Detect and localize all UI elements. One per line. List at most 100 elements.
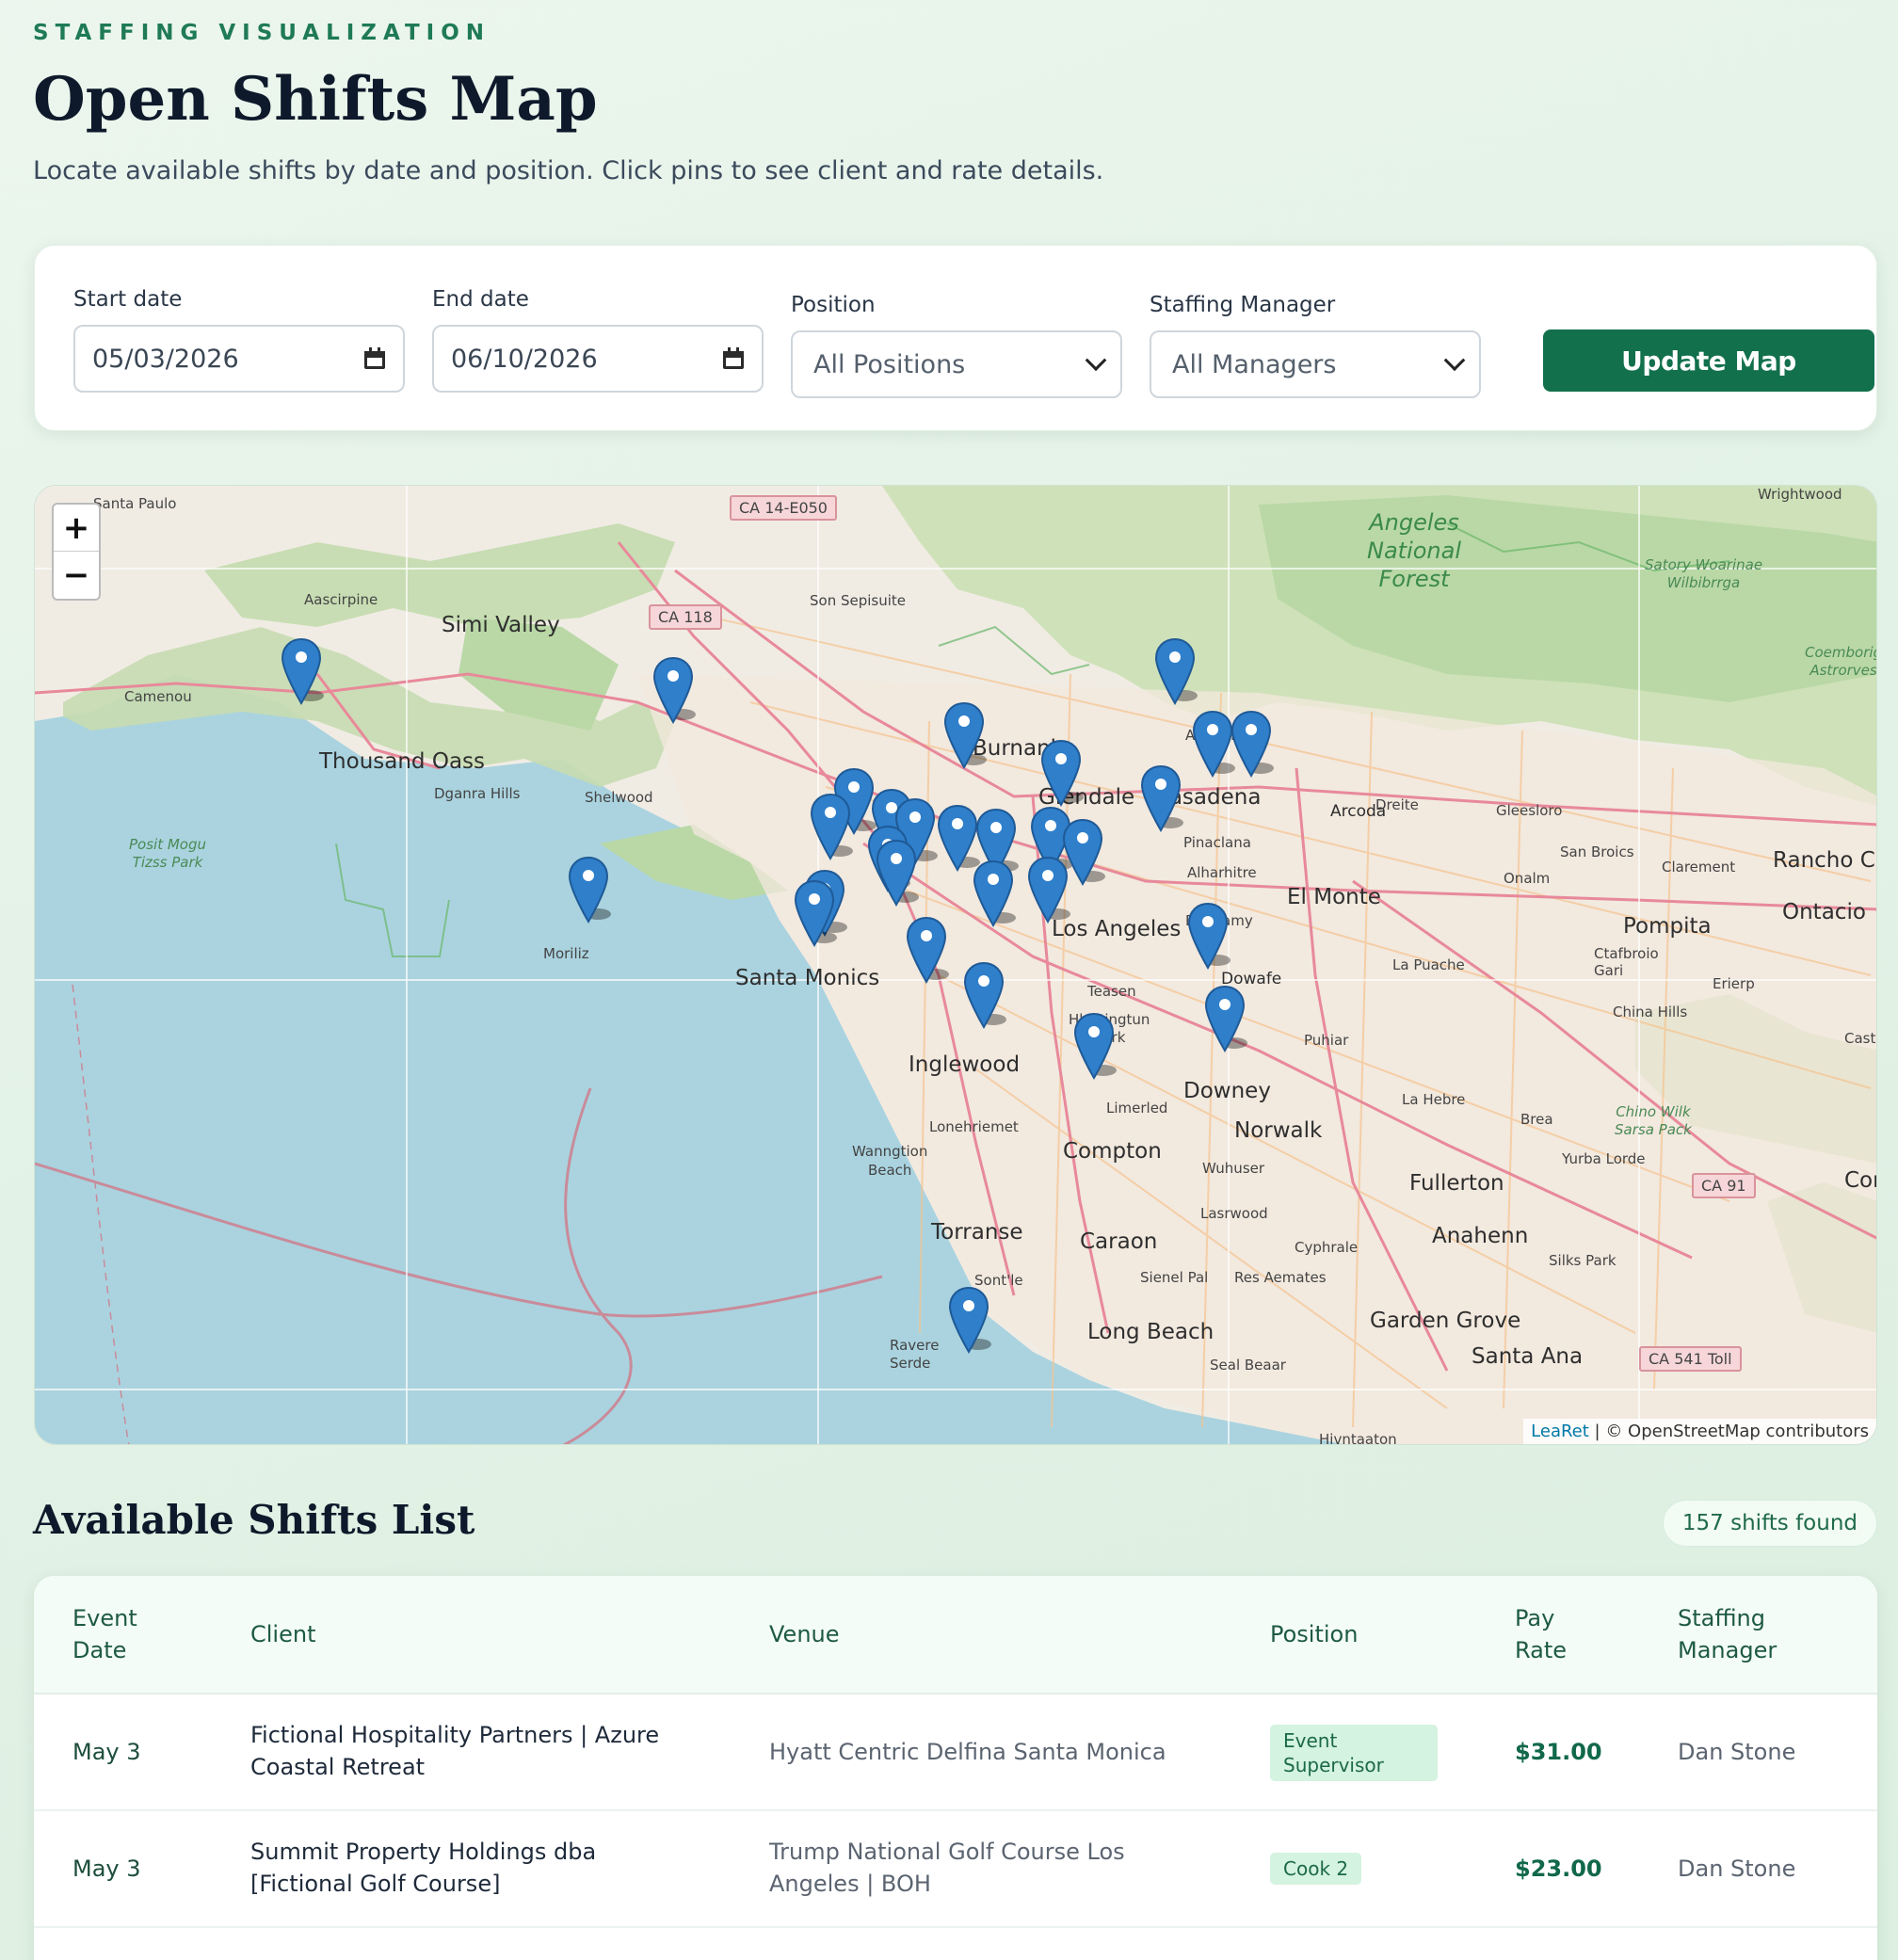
map-label-pinaclana: Pinaclana <box>1183 834 1251 851</box>
shifts-list-title: Available Shifts List <box>33 1497 475 1543</box>
map-label-anahenn: Anahenn <box>1432 1224 1529 1248</box>
map-pin-icon[interactable] <box>941 701 987 771</box>
end-date-input[interactable]: 06/10/2026 <box>432 325 764 393</box>
start-date-label: Start date <box>73 287 183 312</box>
map-label-seal-beach: Seal Beaar <box>1210 1357 1286 1374</box>
map-label-posit-mogu: Posit Mogu Tizss Park <box>129 836 206 872</box>
map-label-simi-valley: Simi Valley <box>442 613 560 637</box>
manager-select[interactable]: All Managers <box>1150 330 1481 398</box>
position-select-value: All Positions <box>813 349 966 379</box>
map-label-la-hebre: La Hebre <box>1402 1091 1466 1108</box>
map-label-alhambra: Alharhitre <box>1187 864 1257 881</box>
map-label-santa-monica: Santa Monics <box>735 966 880 990</box>
filter-panel: Start date 05/03/2026 End date 06/10/202… <box>34 245 1877 431</box>
zoom-control: + − <box>52 503 101 601</box>
map-label-ctafbroio-text: Ctafbroio Gari <box>1594 945 1659 979</box>
map-label-huntington: Hivntaaton <box>1319 1431 1397 1445</box>
manager-label: Staffing Manager <box>1150 293 1336 317</box>
map-label-wuhuser: Wuhuser <box>1202 1160 1265 1177</box>
map-pin-icon[interactable] <box>1138 764 1183 834</box>
map-pin-icon[interactable] <box>874 839 919 908</box>
map-label-ctafbroio: Ctafbroio Gari <box>1594 945 1659 979</box>
table-row[interactable]: May 3 Summit Property Holdings dba [Fict… <box>34 1811 1877 1928</box>
map-label-yurba-lorde: Yurba Lorde <box>1562 1150 1646 1167</box>
map-label-erierp: Erierp <box>1713 975 1755 992</box>
map-label-inglewood: Inglewood <box>909 1052 1021 1077</box>
shifts-table: Event Date Client Venue Position Pay Rat… <box>34 1576 1877 1960</box>
map-pin-icon[interactable] <box>946 1286 991 1356</box>
position-select[interactable]: All Positions <box>791 330 1122 398</box>
column-venue[interactable]: Venue <box>769 1618 840 1650</box>
end-date-label: End date <box>432 287 529 312</box>
map-pin-icon[interactable] <box>1025 856 1070 925</box>
eyebrow: STAFFING VISUALIZATION <box>33 21 491 45</box>
map-label-santa-paulo: Santa Paulo <box>93 495 177 512</box>
shift-count-badge: 157 shifts found <box>1662 1500 1877 1547</box>
row-venue: Hyatt Centric Delfina Santa Monica <box>769 1739 1166 1765</box>
map-label-san-broics: San Broics <box>1560 843 1634 860</box>
map-pin-icon[interactable] <box>808 793 853 862</box>
map-label-ravere-serde: Ravere Serde <box>890 1337 939 1373</box>
start-date-input[interactable]: 05/03/2026 <box>73 325 405 393</box>
column-position[interactable]: Position <box>1270 1618 1358 1650</box>
column-staffing-manager[interactable]: Staffing Manager <box>1678 1602 1777 1666</box>
map-label-silks-park: Silks Park <box>1549 1252 1617 1269</box>
row-date: May 3 <box>72 1739 141 1765</box>
map-label-satory: Satory Woarinae Wilbibrrga <box>1645 556 1762 592</box>
map-label-chino-wilk-text: Chino Wilk Sarsa Pack <box>1615 1103 1692 1138</box>
highway-shield-ca14: CA 14-E050 <box>730 495 837 521</box>
osm-attribution[interactable]: | © OpenStreetMap contributors <box>1589 1422 1869 1441</box>
table-header: Event Date Client Venue Position Pay Rat… <box>34 1576 1877 1695</box>
map-pin-icon[interactable] <box>279 637 324 707</box>
map-pin-icon[interactable] <box>1202 985 1247 1054</box>
zoom-in-button[interactable]: + <box>54 505 99 552</box>
map-label-cyphrale: Cyphrale <box>1295 1239 1359 1256</box>
map-pin-icon[interactable] <box>904 916 949 986</box>
position-field: Position All Positions <box>791 293 1122 398</box>
leaflet-link[interactable]: LeaRet <box>1531 1422 1589 1441</box>
map-label-santa-ana: Santa Ana <box>1472 1344 1584 1369</box>
map-label-chino-hills: China Hills <box>1613 1004 1688 1020</box>
map-label-cast: Cast <box>1844 1030 1876 1047</box>
map-attribution: LeaRet | © OpenStreetMap contributors <box>1523 1419 1876 1444</box>
column-pay-rate[interactable]: Pay Rate <box>1515 1602 1567 1666</box>
map-label-wanngtion: Wanngtion Beach <box>852 1142 927 1180</box>
map-label-torrance: Torranse <box>931 1220 1023 1245</box>
map-label-dganra-hills: Dganra Hills <box>434 785 521 802</box>
map-pin-icon[interactable] <box>792 879 837 949</box>
column-event-date[interactable]: Event Date <box>72 1602 137 1666</box>
column-client[interactable]: Client <box>250 1618 315 1650</box>
map-label-los-angeles: Los Angeles <box>1052 917 1182 941</box>
map-pin-icon[interactable] <box>1152 637 1198 707</box>
shifts-map[interactable]: Santa Paulo Wrightwood Angeles National … <box>34 485 1877 1445</box>
map-pin-icon[interactable] <box>566 856 611 925</box>
zoom-out-button[interactable]: − <box>54 552 99 599</box>
map-label-angeles-forest: Angeles National Forest <box>1367 508 1461 593</box>
table-row[interactable]: May 3 Fictional Hospitality Partners | A… <box>34 1695 1877 1811</box>
map-label-gleesloro: Gleesloro <box>1496 802 1563 819</box>
map-pin-icon[interactable] <box>1071 1012 1117 1082</box>
update-map-button[interactable]: Update Map <box>1543 329 1874 392</box>
map-pin-icon[interactable] <box>1185 902 1230 972</box>
map-label-caraon: Caraon <box>1080 1229 1158 1254</box>
map-pin-icon[interactable] <box>971 860 1016 929</box>
map-pin-icon[interactable] <box>651 656 696 726</box>
map-label-compton: Compton <box>1063 1139 1162 1164</box>
map-label-clarement: Clarement <box>1662 859 1736 876</box>
map-pin-icon[interactable] <box>1038 739 1084 809</box>
end-date-value: 06/10/2026 <box>451 344 598 374</box>
map-label-wrightwood: Wrightwood <box>1758 486 1842 503</box>
map-pin-icon[interactable] <box>1229 710 1274 779</box>
row-client: Summit Property Holdings dba [Fictional … <box>250 1839 597 1897</box>
table-row[interactable] <box>34 1928 1877 1960</box>
map-label-wanngtion-text: Wanngtion Beach <box>852 1143 928 1179</box>
map-label-shelwood: Shelwood <box>585 789 653 806</box>
map-pin-icon[interactable] <box>961 961 1006 1031</box>
map-label-chino-wilk: Chino Wilk Sarsa Pack <box>1615 1103 1692 1139</box>
calendar-icon[interactable] <box>363 347 386 370</box>
highway-shield-ca241: CA 541 Toll <box>1639 1346 1742 1372</box>
manager-field: Staffing Manager All Managers <box>1150 293 1481 398</box>
map-label-satory-text: Satory Woarinae Wilbibrrga <box>1645 556 1763 591</box>
row-date: May 3 <box>72 1856 141 1882</box>
calendar-icon[interactable] <box>722 347 745 370</box>
